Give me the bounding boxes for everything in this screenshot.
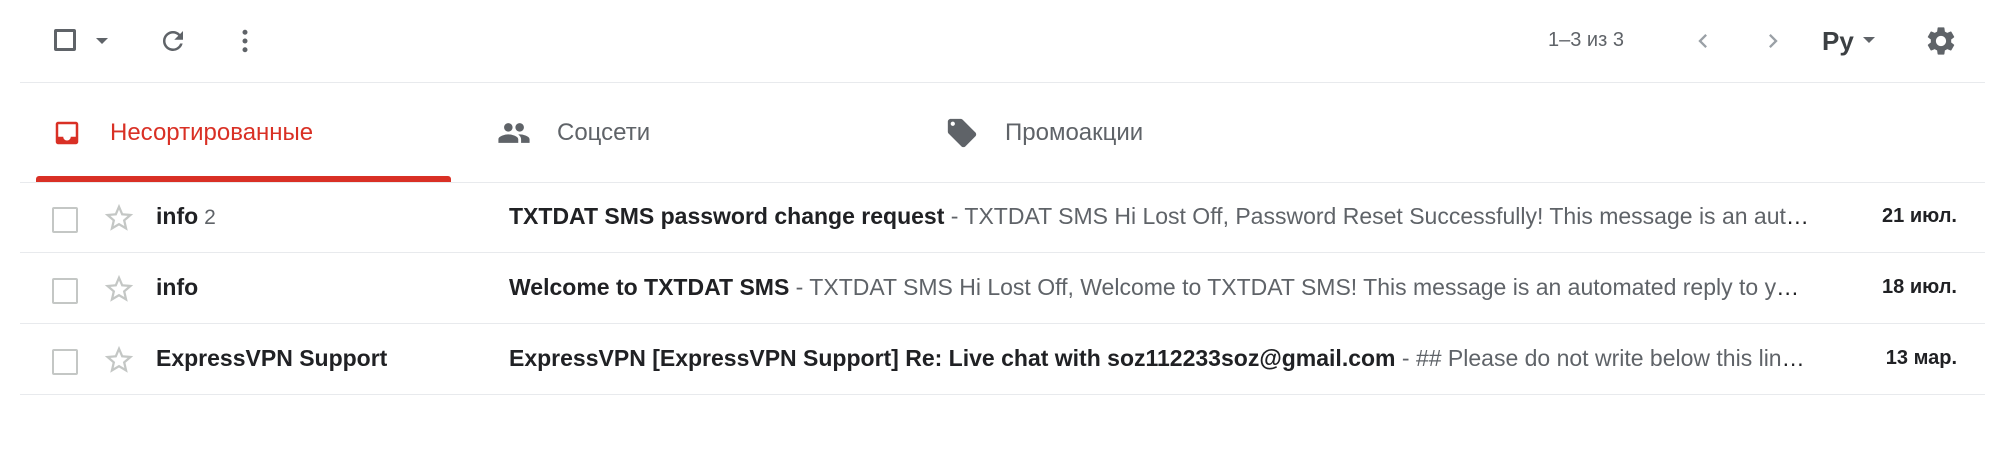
message-date: 13 мар. (1885, 347, 1957, 369)
tab-promotions[interactable]: Промоакции (945, 84, 1365, 182)
sender-label: ExpressVPN Support (156, 345, 388, 371)
row-checkbox[interactable] (52, 349, 78, 375)
message-snippet: - ## Please do not write below this line… (1395, 345, 1809, 371)
tab-social[interactable]: Соцсети (497, 84, 917, 182)
message-content: ExpressVPN [ExpressVPN Support] Re: Live… (509, 345, 1809, 372)
message-date: 21 июл. (1882, 205, 1957, 227)
thread-count: 2 (204, 206, 216, 229)
gear-icon (1927, 27, 1955, 55)
message-snippet: - TXTDAT SMS Hi Lost Off, Welcome to TXT… (795, 274, 1809, 300)
chevron-left-icon (1698, 34, 1707, 48)
settings-button[interactable] (1922, 22, 1960, 60)
message-subject: TXTDAT SMS password change request (509, 203, 945, 229)
select-all-checkbox[interactable] (54, 29, 76, 51)
pagination-label: 1–3 из 3 (1548, 29, 1624, 51)
row-checkbox[interactable] (52, 278, 78, 304)
input-tools-button[interactable]: Ру (1822, 26, 1854, 57)
star-icon[interactable] (102, 201, 136, 235)
message-content: TXTDAT SMS password change request - TXT… (509, 203, 1809, 230)
inbox-icon (55, 121, 79, 145)
people-icon (498, 123, 530, 143)
sender-label: info (156, 203, 199, 229)
message-subject: Welcome to TXTDAT SMS (509, 274, 790, 300)
sender-name: ExpressVPN Support (156, 345, 387, 372)
tab-primary[interactable]: Несортированные (52, 84, 452, 182)
row-checkbox[interactable] (52, 207, 78, 233)
message-snippet: - TXTDAT SMS Hi Lost Off, Password Reset… (950, 203, 1809, 229)
tab-label: Несортированные (110, 119, 314, 146)
toolbar: 1–3 из 3 Ру (0, 0, 1999, 82)
tab-label: Соцсети (557, 119, 651, 146)
more-options-button[interactable] (228, 24, 262, 58)
message-content: Welcome to TXTDAT SMS - TXTDAT SMS Hi Lo… (509, 274, 1809, 301)
refresh-button[interactable] (156, 24, 190, 58)
star-icon[interactable] (102, 272, 136, 306)
caret-down-icon[interactable] (96, 38, 108, 44)
message-subject: ExpressVPN [ExpressVPN Support] Re: Live… (509, 345, 1396, 371)
chevron-right-icon (1769, 34, 1778, 48)
sender-label: info (156, 274, 199, 300)
sender-name: info 2 (156, 203, 216, 230)
toolbar-divider (20, 82, 1985, 83)
sender-name: info (156, 274, 198, 301)
refresh-icon (162, 30, 183, 51)
more-vert-icon (242, 29, 248, 53)
tab-label: Промоакции (1005, 119, 1144, 146)
message-row[interactable]: info 2 TXTDAT SMS password change request… (20, 183, 1985, 253)
message-date: 18 июл. (1882, 276, 1957, 298)
star-icon[interactable] (102, 343, 136, 377)
message-row[interactable]: info Welcome to TXTDAT SMS - TXTDAT SMS … (20, 254, 1985, 324)
prev-page-button[interactable] (1686, 24, 1720, 58)
next-page-button[interactable] (1756, 24, 1790, 58)
input-tools-caret-icon[interactable] (1863, 37, 1875, 43)
message-row[interactable]: ExpressVPN Support ExpressVPN [ExpressVP… (20, 325, 1985, 395)
tag-icon (947, 118, 977, 148)
